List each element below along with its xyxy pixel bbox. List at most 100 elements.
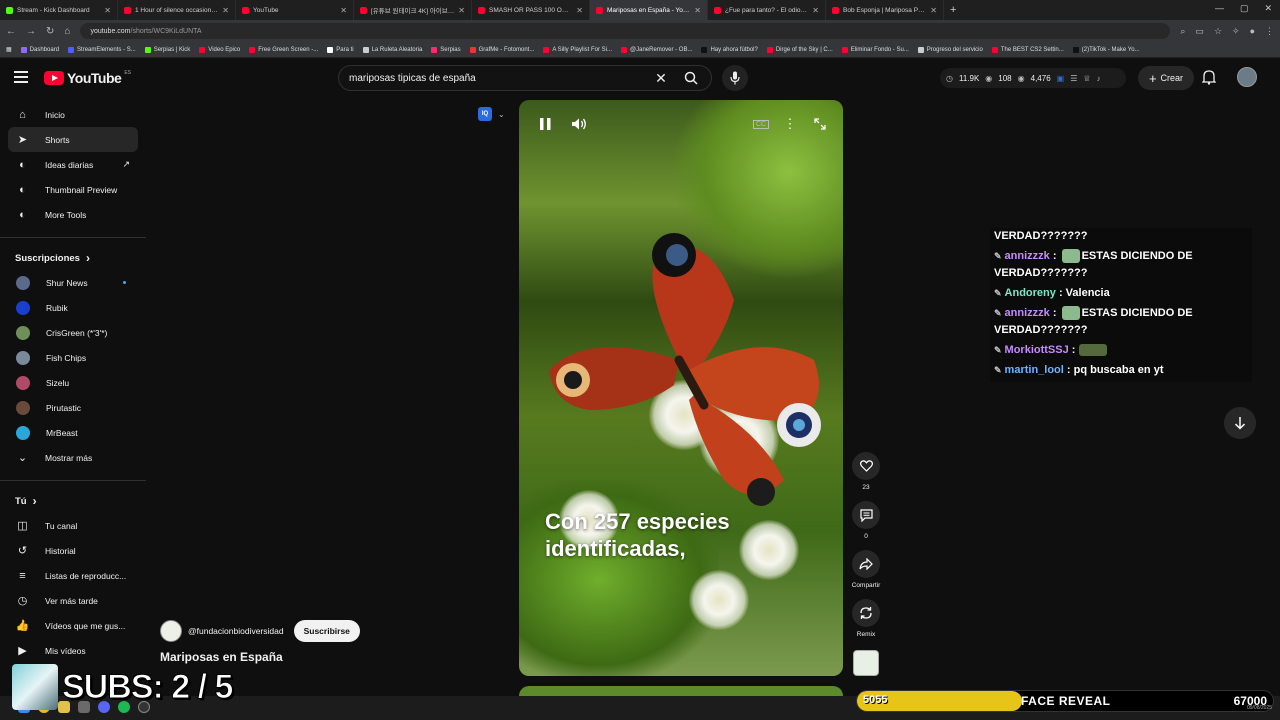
home-browser-icon[interactable]: ⌂ [64, 26, 70, 37]
sidebar-item[interactable]: ◐ More Tools [8, 202, 138, 227]
browser-tab[interactable]: Stream - Kick Dashboard ✕ [0, 0, 118, 20]
bookmark-item[interactable]: Video Epico [199, 46, 240, 53]
sidebar-subscription[interactable]: Rubik [8, 295, 138, 320]
chat-username[interactable]: annizzzk [1005, 307, 1050, 319]
bookmark-item[interactable]: StreamElements - S... [68, 46, 136, 53]
show-more-button[interactable]: ⌄ Mostrar más [8, 445, 138, 470]
share-button[interactable] [852, 550, 880, 578]
iq-overlay-control[interactable]: IQ ⌄ [478, 107, 505, 121]
search-input[interactable] [349, 72, 651, 84]
url-field[interactable]: youtube.com/shorts/WC9KiLdUNTA [80, 23, 1171, 39]
sidebar-subscription[interactable]: CrisGreen (*'3'*) [8, 320, 138, 345]
browser-tab[interactable]: 1 Hour of silence occasionally b ✕ [118, 0, 236, 20]
sidebar-item[interactable]: ➤ Shorts [8, 127, 138, 152]
tab-close-icon[interactable]: ✕ [930, 6, 937, 15]
pause-button[interactable] [537, 116, 553, 132]
browser-menu-icon[interactable]: ⋮ [1265, 26, 1274, 37]
browser-tab[interactable]: [유튜브 원테이크 4K] 아이브 (IVE) ✕ [354, 0, 472, 20]
more-options-button[interactable]: ⋮ [784, 116, 797, 132]
clear-search-icon[interactable]: ✕ [651, 70, 671, 87]
search-button[interactable] [671, 66, 711, 90]
browser-tab[interactable]: YouTube ✕ [236, 0, 354, 20]
fullscreen-button[interactable] [812, 116, 828, 132]
iq-extension-icon[interactable]: ▣ [1057, 74, 1065, 83]
browser-tab[interactable]: SMASH OR PASS 100 OPTIONS ✕ [472, 0, 590, 20]
bookmark-item[interactable]: Free Green Screen -... [249, 46, 318, 53]
close-window-icon[interactable]: ✕ [1264, 3, 1272, 14]
browser-tab[interactable]: Mariposas en España - YouT ✕ [590, 0, 708, 20]
next-short-button[interactable] [1224, 407, 1256, 439]
sidebar-subscription[interactable]: Sizelu [8, 370, 138, 395]
sidebar-subscription[interactable]: Fish Chips [8, 345, 138, 370]
tab-close-icon[interactable]: ✕ [104, 6, 111, 15]
subscribe-button[interactable]: Suscribirse [293, 620, 360, 642]
notifications-button[interactable] [1201, 69, 1217, 90]
bookmark-item[interactable]: GrafMe - Fotomont... [469, 46, 534, 53]
sidebar-subscription[interactable]: Pirutastic [8, 395, 138, 420]
sidebar-item[interactable]: ◐ Ideas diarias ↗ [8, 152, 138, 177]
captions-button[interactable]: CC [752, 116, 770, 132]
list-icon[interactable]: ☰ [1070, 74, 1077, 83]
volume-button[interactable] [571, 116, 587, 132]
bookmark-item[interactable]: La Ruleta Aleatoria [362, 46, 422, 53]
sidebar-item[interactable]: ↺ Historial [8, 538, 138, 563]
minimize-icon[interactable]: — [1215, 3, 1224, 14]
like-button[interactable] [852, 452, 880, 480]
browser-tab[interactable]: ¿Fue para tanto? - El odio (sin s ✕ [708, 0, 826, 20]
bookmark-item[interactable]: Serpias | Kick [144, 46, 190, 53]
forward-icon[interactable]: → [26, 26, 36, 37]
sidebar-item[interactable]: ◫ Tu canal [8, 513, 138, 538]
account-avatar[interactable] [1237, 67, 1257, 87]
new-tab-button[interactable]: + [944, 4, 962, 16]
chat-username[interactable]: Andoreny [1005, 287, 1056, 299]
maximize-icon[interactable]: ▢ [1240, 3, 1249, 14]
comments-button[interactable] [852, 501, 880, 529]
cast-icon[interactable]: ▭ [1195, 26, 1204, 37]
bookmark-star-icon[interactable]: ☆ [1214, 26, 1222, 37]
extensions-icon[interactable]: ✧ [1232, 26, 1240, 37]
back-icon[interactable]: ← [6, 26, 16, 37]
trophy-icon[interactable]: ♕ [1083, 74, 1090, 83]
tab-close-icon[interactable]: ✕ [222, 6, 229, 15]
zoom-icon[interactable]: ⌕ [1180, 26, 1185, 37]
video-title[interactable]: Mariposas en España [160, 650, 283, 664]
youtube-logo[interactable]: YouTube ES [44, 70, 131, 86]
bookmark-item[interactable]: Dirge of the Sky | C... [766, 46, 833, 53]
tab-close-icon[interactable]: ✕ [576, 6, 583, 15]
sidebar-item[interactable]: ▶ Mis vídeos [8, 638, 138, 663]
bookmark-item[interactable]: Eliminar Fondo - Su... [841, 46, 909, 53]
sidebar-item[interactable]: ◷ Ver más tarde [8, 588, 138, 613]
bookmark-item[interactable]: Hay ahora fútbol? [701, 46, 758, 53]
bookmark-item[interactable]: (2)TikTok - Make Yo... [1072, 46, 1140, 53]
chat-username[interactable]: martin_lool [1005, 364, 1064, 376]
sidebar-item[interactable]: ≡ Listas de reproducc... [8, 563, 138, 588]
bookmark-item[interactable]: Progreso del servicio [917, 46, 983, 53]
tab-close-icon[interactable]: ✕ [694, 6, 701, 15]
bookmark-item[interactable]: Dashboard [20, 46, 59, 53]
sidebar-item[interactable]: 👍 Vídeos que me gus... [8, 613, 138, 638]
bookmark-item[interactable]: The BEST CS2 Settin... [991, 46, 1064, 53]
subscriptions-heading[interactable]: Suscripciones › [0, 246, 146, 270]
bookmark-item[interactable]: Para ti [327, 46, 354, 53]
browser-tab[interactable]: Bob Esponja | Mariposa Peligro ✕ [826, 0, 944, 20]
channel-handle[interactable]: @fundacionbiodiversidad [188, 626, 284, 636]
chat-username[interactable]: annizzzk [1005, 250, 1050, 262]
apps-grid-icon[interactable]: ▦ [6, 46, 12, 53]
sidebar-item[interactable]: ◐ Thumbnail Preview [8, 177, 138, 202]
reload-icon[interactable]: ↻ [46, 26, 54, 37]
tab-close-icon[interactable]: ✕ [458, 6, 465, 15]
tab-close-icon[interactable]: ✕ [812, 6, 819, 15]
create-button[interactable]: + Crear [1138, 66, 1194, 90]
hamburger-menu-icon[interactable] [14, 71, 28, 83]
sidebar-subscription[interactable]: Shur News [8, 270, 138, 295]
sidebar-subscription[interactable]: MrBeast [8, 420, 138, 445]
bookmark-item[interactable]: A Silly Playlist For Si... [543, 46, 612, 53]
channel-avatar[interactable] [160, 620, 182, 642]
voice-search-button[interactable] [722, 65, 748, 91]
remix-button[interactable] [852, 599, 880, 627]
bookmark-item[interactable]: Serpias [431, 46, 461, 53]
short-video-player[interactable]: CC ⋮ Con 257 especies identificadas, [519, 100, 843, 676]
you-heading[interactable]: Tú › [0, 489, 146, 513]
profile-icon[interactable]: ● [1250, 26, 1255, 37]
sidebar-item[interactable]: ⌂ Inicio [8, 102, 138, 127]
